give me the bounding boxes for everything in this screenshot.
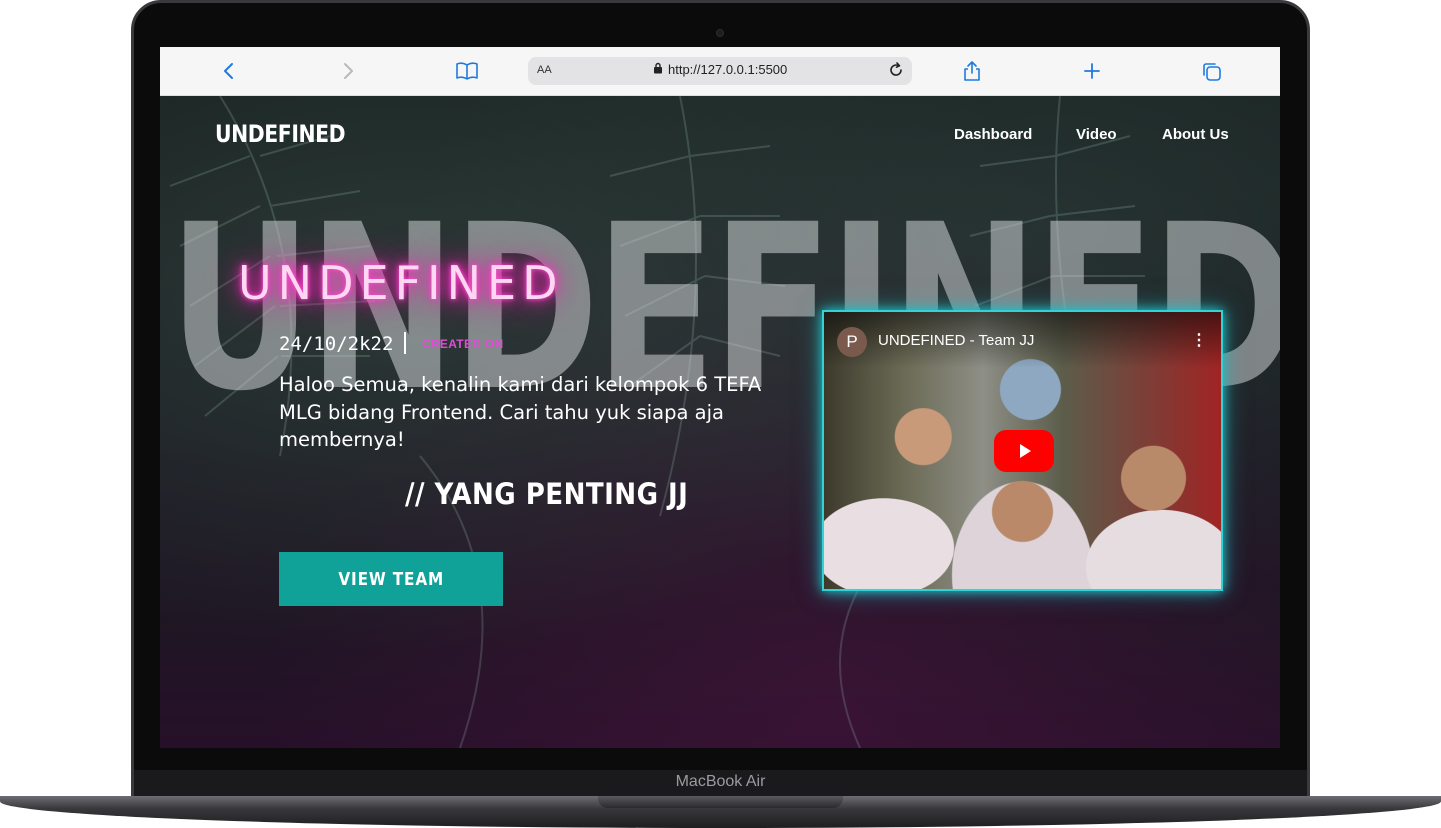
- view-team-button[interactable]: VIEW TEAM: [279, 552, 503, 606]
- created-on-label: CREATED ON: [422, 337, 504, 351]
- lock-icon: [653, 62, 663, 77]
- date-separator: [404, 332, 406, 354]
- back-icon[interactable]: [217, 59, 241, 83]
- site-logo[interactable]: UNDEFINED: [215, 120, 346, 148]
- model-label: MacBook Air: [675, 773, 766, 790]
- forward-icon[interactable]: [336, 59, 360, 83]
- embedded-video-player[interactable]: P UNDEFINED - Team JJ ⋮: [822, 310, 1223, 591]
- reload-icon[interactable]: [886, 60, 906, 80]
- created-date: 24/10/2k22: [279, 333, 394, 355]
- tabs-icon[interactable]: [1199, 59, 1223, 83]
- hero-slogan: // YANG PENTING JJ: [405, 477, 689, 511]
- hero-description: Haloo Semua, kenalin kami dari kelompok …: [279, 373, 762, 451]
- bookmarks-icon[interactable]: [455, 59, 479, 83]
- view-team-button-label: VIEW TEAM: [338, 568, 444, 590]
- neon-title: UNDEFINED: [238, 256, 564, 310]
- website: UNDEFINED UNDEFINED Dashboard Video Abou…: [160, 96, 1280, 748]
- url-text: http://127.0.0.1:5500: [668, 62, 788, 77]
- address-bar[interactable]: AA http://127.0.0.1:5500: [528, 57, 912, 85]
- play-icon[interactable]: [994, 430, 1054, 472]
- nav-link-video[interactable]: Video: [1076, 126, 1117, 143]
- channel-avatar[interactable]: P: [837, 327, 867, 357]
- video-title[interactable]: UNDEFINED - Team JJ: [878, 332, 1034, 349]
- new-tab-icon[interactable]: [1080, 59, 1104, 83]
- browser-toolbar: AA http://127.0.0.1:5500: [160, 47, 1280, 96]
- webcam: [716, 29, 724, 37]
- nav-link-dashboard[interactable]: Dashboard: [954, 126, 1032, 143]
- text-size-button[interactable]: AA: [537, 64, 552, 76]
- more-vert-icon[interactable]: ⋮: [1191, 330, 1207, 350]
- laptop-notch: [598, 796, 843, 808]
- screen: AA http://127.0.0.1:5500 UNDEFINED UNDEF…: [160, 47, 1280, 748]
- nav-link-about-us[interactable]: About Us: [1162, 126, 1229, 143]
- share-icon[interactable]: [960, 59, 984, 83]
